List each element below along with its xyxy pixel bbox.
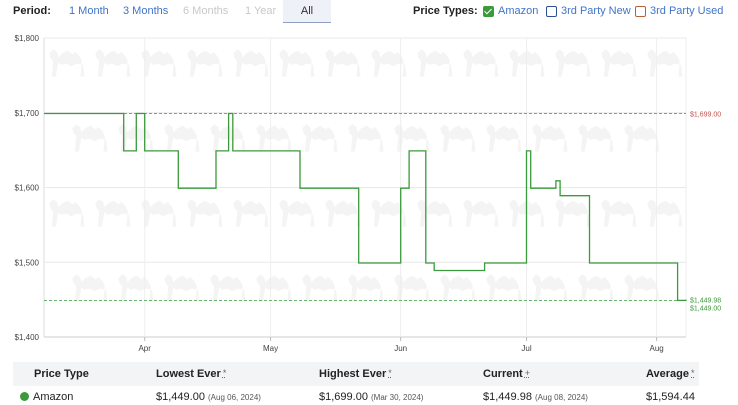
camel-watermark-icon (117, 274, 154, 302)
x-tick-label: Apr (138, 344, 151, 353)
camel-watermark-icon (623, 274, 660, 302)
table-header: Price Type Lowest Ever * Highest Ever * Cu… (13, 362, 699, 386)
camel-watermark-icon (255, 274, 292, 302)
camel-watermark-icon (94, 199, 131, 227)
camel-watermark-icon (278, 49, 315, 77)
x-tick-label: Jul (521, 344, 531, 353)
x-tick-label: Aug (650, 344, 664, 353)
camel-watermark-icon (255, 124, 292, 152)
y-tick-label: $1,400 (15, 333, 40, 342)
camel-watermark-icon (324, 49, 361, 77)
col-lowest-ever[interactable]: Lowest Ever * (156, 368, 226, 380)
camel-watermark-icon (347, 124, 384, 152)
period-3-months[interactable]: 3 Months (123, 5, 168, 17)
amazon-series-dot-icon (20, 392, 29, 401)
y-tick-label: $1,800 (15, 34, 40, 43)
camel-watermark-icon (600, 199, 637, 227)
camel-watermark-icon (439, 274, 476, 302)
camel-watermark (48, 49, 683, 302)
series-line-amazon (44, 112, 687, 302)
camel-watermark-icon (416, 49, 453, 77)
col-average[interactable]: Average * (646, 368, 695, 380)
camel-watermark-icon (439, 124, 476, 152)
camel-watermark-icon (232, 199, 269, 227)
chart-grid (43, 37, 687, 338)
camel-watermark-icon (209, 124, 246, 152)
third-party-used-checkbox-icon[interactable] (635, 6, 646, 17)
amazon-checkbox-icon[interactable] (483, 6, 494, 17)
period-label: Period: (13, 5, 51, 17)
camel-watermark-icon (554, 199, 591, 227)
camel-watermark-icon (140, 199, 177, 227)
camel-watermark-icon (600, 49, 637, 77)
third-party-new-checkbox-icon[interactable] (546, 6, 557, 17)
price-type-3rd-party-used[interactable]: 3rd Party Used (650, 5, 723, 17)
camel-watermark-icon (117, 124, 154, 152)
row-current: $1,449.98 (Aug 08, 2024) (483, 391, 588, 403)
row-name: Amazon (33, 391, 74, 403)
camel-watermark-icon (94, 49, 131, 77)
camel-watermark-icon (186, 49, 223, 77)
highest-price-label: $1,699.00 (690, 111, 721, 118)
camel-watermark-icon (416, 199, 453, 227)
y-tick-label: $1,600 (15, 184, 40, 193)
period-6-months: 6 Months (183, 5, 229, 17)
row-highest: $1,699.00 (Mar 30, 2024) (319, 391, 424, 403)
camel-watermark-icon (646, 199, 683, 227)
y-tick-label: $1,700 (15, 109, 40, 118)
camel-watermark-icon (531, 274, 568, 302)
x-axis: Apr May Jun Jul Aug (138, 337, 664, 353)
camel-watermark-icon (485, 124, 522, 152)
row-lowest: $1,449.00 (Aug 06, 2024) (156, 391, 261, 403)
camel-watermark-icon (531, 124, 568, 152)
camel-watermark-icon (393, 274, 430, 302)
col-price-type: Price Type (34, 368, 89, 380)
period-all[interactable]: All (283, 0, 331, 23)
camel-watermark-icon (554, 49, 591, 77)
camel-watermark-icon (485, 274, 522, 302)
x-tick-label: Jun (394, 344, 407, 353)
camel-watermark-icon (163, 124, 200, 152)
col-current[interactable]: Current + (483, 368, 530, 380)
camel-watermark-icon (393, 124, 430, 152)
camel-watermark-icon (577, 274, 614, 302)
camel-watermark-icon (462, 49, 499, 77)
camel-watermark-icon (301, 274, 338, 302)
y-axis: $1,800 $1,700 $1,600 $1,500 $1,400 (15, 34, 40, 342)
col-highest-ever[interactable]: Highest Ever * (319, 368, 392, 380)
price-summary-table: Price Type Lowest Ever * Highest Ever * Cu… (13, 362, 699, 405)
right-labels: $1,699.00 $1,449.00$1,449.98 (690, 111, 721, 312)
camel-watermark-icon (48, 49, 85, 77)
x-tick-label: May (263, 344, 278, 353)
camel-watermark-icon (577, 124, 614, 152)
camel-watermark-icon (186, 199, 223, 227)
camel-watermark-icon (209, 274, 246, 302)
y-tick-label: $1,500 (15, 258, 40, 267)
period-1-month[interactable]: 1 Month (69, 5, 109, 17)
camel-watermark-icon (646, 49, 683, 77)
price-history-chart[interactable]: $1,800 $1,700 $1,600 $1,500 $1,400 Apr May Jun… (0, 28, 738, 358)
price-types-label: Price Types: (413, 5, 478, 17)
camel-watermark-icon (232, 49, 269, 77)
camel-watermark-icon (462, 199, 499, 227)
series-lines (44, 112, 687, 302)
camel-watermark-icon (278, 199, 315, 227)
camel-watermark-icon (623, 124, 660, 152)
period-1-year: 1 Year (245, 5, 277, 17)
camel-watermark-icon (71, 124, 108, 152)
current-price-label: $1,449.98 (690, 298, 721, 305)
price-type-3rd-party-new[interactable]: 3rd Party New (561, 5, 631, 17)
row-average: $1,594.44 (646, 391, 695, 403)
camel-watermark-icon (140, 49, 177, 77)
camel-watermark-icon (324, 199, 361, 227)
camel-watermark-icon (347, 274, 384, 302)
price-type-amazon[interactable]: Amazon (498, 5, 538, 17)
camel-watermark-icon (48, 199, 85, 227)
camel-watermark-icon (163, 274, 200, 302)
camel-watermark-icon (301, 124, 338, 152)
lowest-price-label: $1,449.00 (690, 305, 721, 312)
controls-bar: Period: 1 Month 3 Months 6 Months 1 Year… (0, 0, 738, 24)
camel-watermark-icon (71, 274, 108, 302)
table-row: Amazon $1,449.00 (Aug 06, 2024) $1,699.0… (13, 386, 699, 405)
